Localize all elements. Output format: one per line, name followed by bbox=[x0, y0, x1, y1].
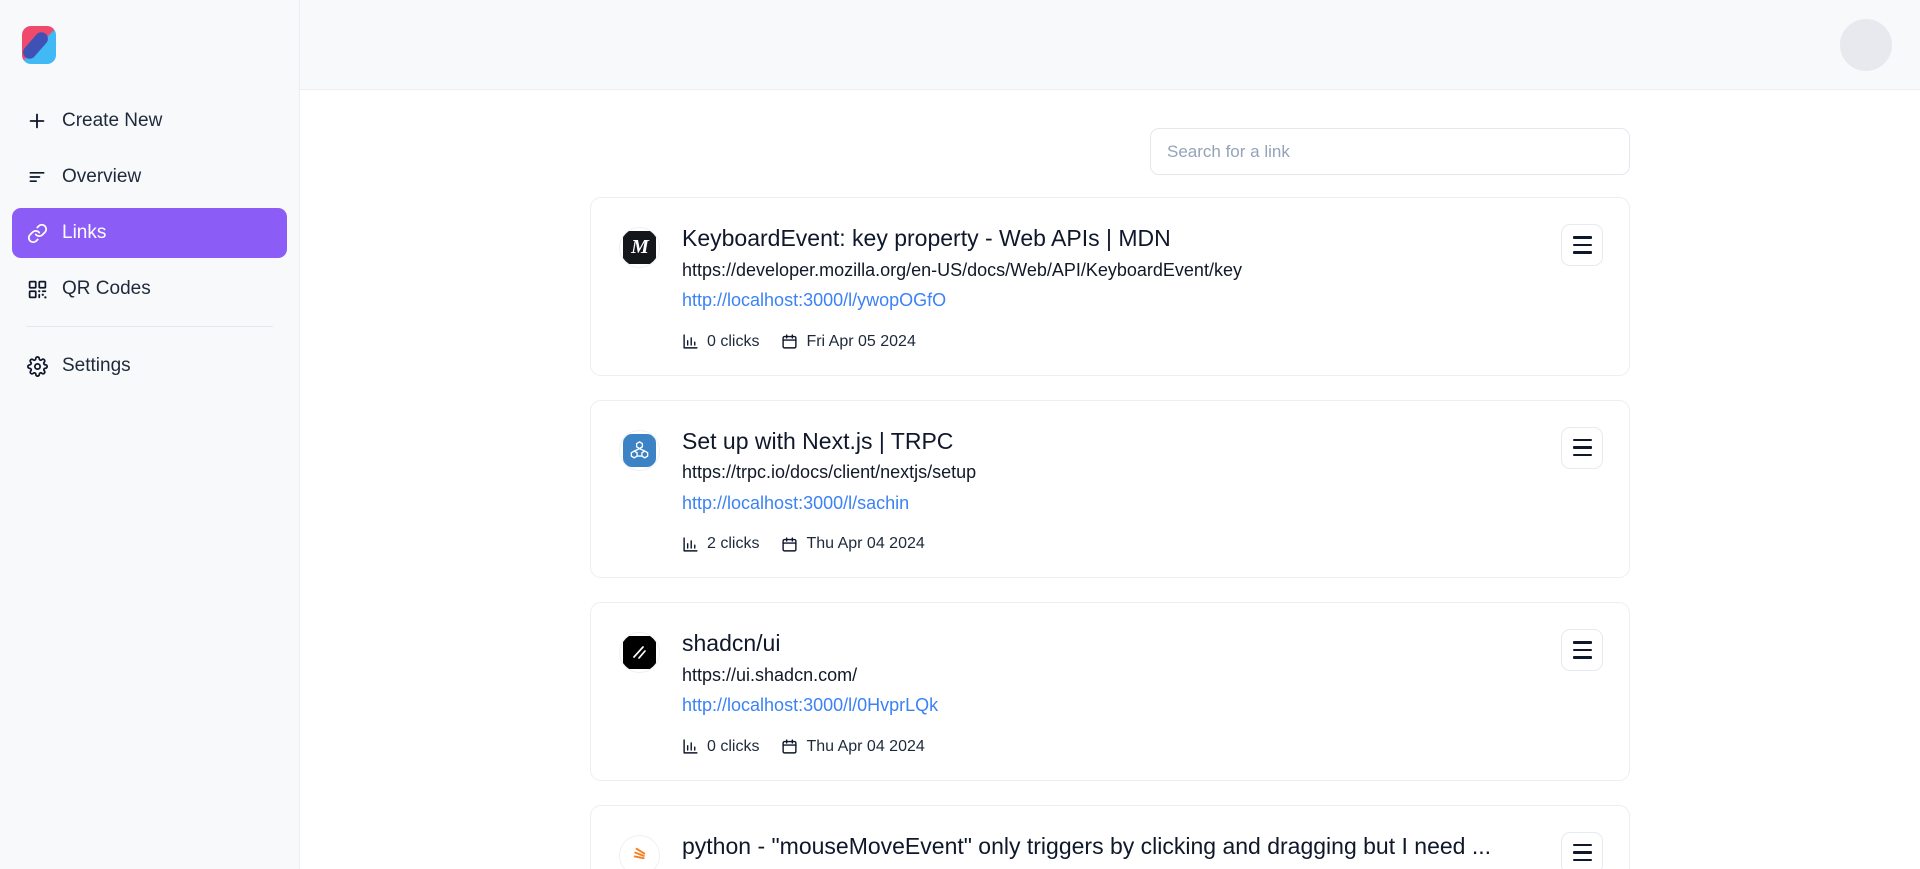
sidebar-item-label: Overview bbox=[62, 166, 142, 187]
clicks-stat: 0 clicks bbox=[682, 738, 759, 756]
link-short-url[interactable]: http://localhost:3000/l/sachin bbox=[682, 492, 1601, 515]
sidebar-item-overview[interactable]: Overview bbox=[12, 152, 287, 202]
card-menu-button[interactable] bbox=[1561, 831, 1603, 869]
card-body: shadcn/ui https://ui.shadcn.com/ http://… bbox=[682, 629, 1601, 756]
list-item[interactable]: M KeyboardEvent: key property - Web APIs… bbox=[590, 197, 1630, 376]
sidebar-item-label: Create New bbox=[62, 110, 163, 131]
date-stat: Thu Apr 04 2024 bbox=[781, 737, 925, 756]
logo-wrap[interactable] bbox=[0, 0, 299, 90]
link-destination-url: https://ui.shadcn.com/ bbox=[682, 664, 858, 685]
bar-chart-icon bbox=[682, 536, 699, 553]
favicon-ring: M bbox=[619, 227, 660, 268]
clicks-label: 2 clicks bbox=[707, 535, 760, 553]
stackoverflow-favicon bbox=[623, 838, 656, 869]
stackoverflow-favicon-glyph bbox=[623, 838, 656, 869]
calendar-icon bbox=[781, 333, 798, 350]
sidebar-item-settings[interactable]: Settings bbox=[12, 341, 287, 391]
sidebar-nav: Create New Overview Links QR Codes Setti… bbox=[0, 96, 299, 391]
hamburger-menu-icon bbox=[1572, 438, 1592, 457]
hamburger-menu-icon bbox=[1572, 236, 1592, 254]
card-menu-button[interactable] bbox=[1561, 224, 1603, 266]
topbar bbox=[300, 0, 1920, 90]
clicks-label: 0 clicks bbox=[707, 332, 760, 350]
qr-code-icon bbox=[26, 278, 48, 300]
links-list: M KeyboardEvent: key property - Web APIs… bbox=[590, 197, 1630, 869]
card-body: python - "mouseMoveEvent" only triggers … bbox=[682, 832, 1601, 861]
date-stat: Thu Apr 04 2024 bbox=[781, 535, 925, 553]
sidebar-item-label: Settings bbox=[62, 355, 131, 376]
date-stat: Fri Apr 05 2024 bbox=[781, 332, 916, 351]
main-content: M KeyboardEvent: key property - Web APIs… bbox=[300, 0, 1920, 869]
date-label: Thu Apr 04 2024 bbox=[806, 737, 925, 755]
app-root: Create New Overview Links QR Codes Setti… bbox=[0, 0, 1920, 869]
calendar-icon bbox=[781, 738, 798, 755]
favicon-ring bbox=[619, 834, 660, 869]
favicon-ring bbox=[619, 632, 660, 674]
mdn-favicon-letter: M bbox=[623, 231, 656, 264]
mdn-favicon: M bbox=[623, 231, 656, 264]
trpc-favicon-glyph bbox=[623, 433, 656, 467]
clicks-stat: 2 clicks bbox=[682, 535, 759, 553]
clicks-stat: 0 clicks bbox=[682, 333, 759, 351]
list-item[interactable]: Set up with Next.js | TRPC https://trpc.… bbox=[590, 399, 1630, 579]
align-left-icon bbox=[26, 166, 48, 188]
clicks-label: 0 clicks bbox=[707, 737, 760, 755]
trpc-favicon bbox=[623, 433, 656, 467]
link-short-url[interactable]: http://localhost:3000/l/0HvprLQk bbox=[682, 694, 1601, 717]
sidebar-item-label: Links bbox=[62, 222, 107, 243]
card-menu-button[interactable] bbox=[1561, 629, 1603, 672]
shadcn-favicon-glyph bbox=[623, 636, 656, 670]
plus-icon bbox=[26, 110, 48, 132]
link-short-url[interactable]: http://localhost:3000/l/ywopOGfO bbox=[682, 289, 1601, 312]
shadcn-favicon bbox=[623, 636, 656, 670]
list-item[interactable]: python - "mouseMoveEvent" only triggers … bbox=[590, 804, 1630, 869]
link-meta: 0 clicks Fri Apr 05 2024 bbox=[682, 333, 1601, 351]
sidebar: Create New Overview Links QR Codes Setti… bbox=[0, 0, 300, 869]
favicon-ring bbox=[619, 429, 660, 471]
link-destination-url: https://trpc.io/docs/client/nextjs/setup bbox=[682, 462, 977, 483]
list-item[interactable]: shadcn/ui https://ui.shadcn.com/ http://… bbox=[590, 602, 1630, 781]
sidebar-divider bbox=[26, 326, 273, 327]
card-body: KeyboardEvent: key property - Web APIs |… bbox=[682, 224, 1601, 351]
link-meta: 2 clicks Thu Apr 04 2024 bbox=[682, 535, 1601, 553]
link-title: KeyboardEvent: key property - Web APIs |… bbox=[682, 225, 1171, 251]
bar-chart-icon bbox=[682, 738, 699, 755]
date-label: Fri Apr 05 2024 bbox=[806, 332, 916, 350]
search-input[interactable] bbox=[1150, 128, 1630, 175]
avatar[interactable] bbox=[1840, 18, 1892, 71]
calendar-icon bbox=[781, 536, 798, 553]
card-body: Set up with Next.js | TRPC https://trpc.… bbox=[682, 427, 1601, 554]
link-title: python - "mouseMoveEvent" only triggers … bbox=[682, 832, 1491, 859]
link-destination-url: https://developer.mozilla.org/en-US/docs… bbox=[682, 259, 1242, 280]
link-title: Set up with Next.js | TRPC bbox=[682, 427, 954, 454]
sidebar-item-links[interactable]: Links bbox=[12, 208, 287, 258]
hamburger-menu-icon bbox=[1572, 843, 1592, 862]
sidebar-item-create-new[interactable]: Create New bbox=[12, 96, 287, 146]
bar-chart-icon bbox=[682, 333, 699, 350]
link-chain-icon bbox=[26, 222, 48, 244]
hamburger-menu-icon bbox=[1572, 641, 1592, 659]
app-logo-icon bbox=[20, 23, 58, 67]
link-meta: 0 clicks Thu Apr 04 2024 bbox=[682, 738, 1601, 756]
sidebar-item-qr-codes[interactable]: QR Codes bbox=[12, 264, 287, 314]
card-menu-button[interactable] bbox=[1561, 426, 1603, 469]
links-page: M KeyboardEvent: key property - Web APIs… bbox=[300, 90, 1920, 869]
gear-icon bbox=[26, 355, 48, 377]
link-title: shadcn/ui bbox=[682, 630, 781, 657]
sidebar-item-label: QR Codes bbox=[62, 278, 151, 299]
date-label: Thu Apr 04 2024 bbox=[806, 535, 925, 553]
search-row bbox=[590, 128, 1630, 175]
